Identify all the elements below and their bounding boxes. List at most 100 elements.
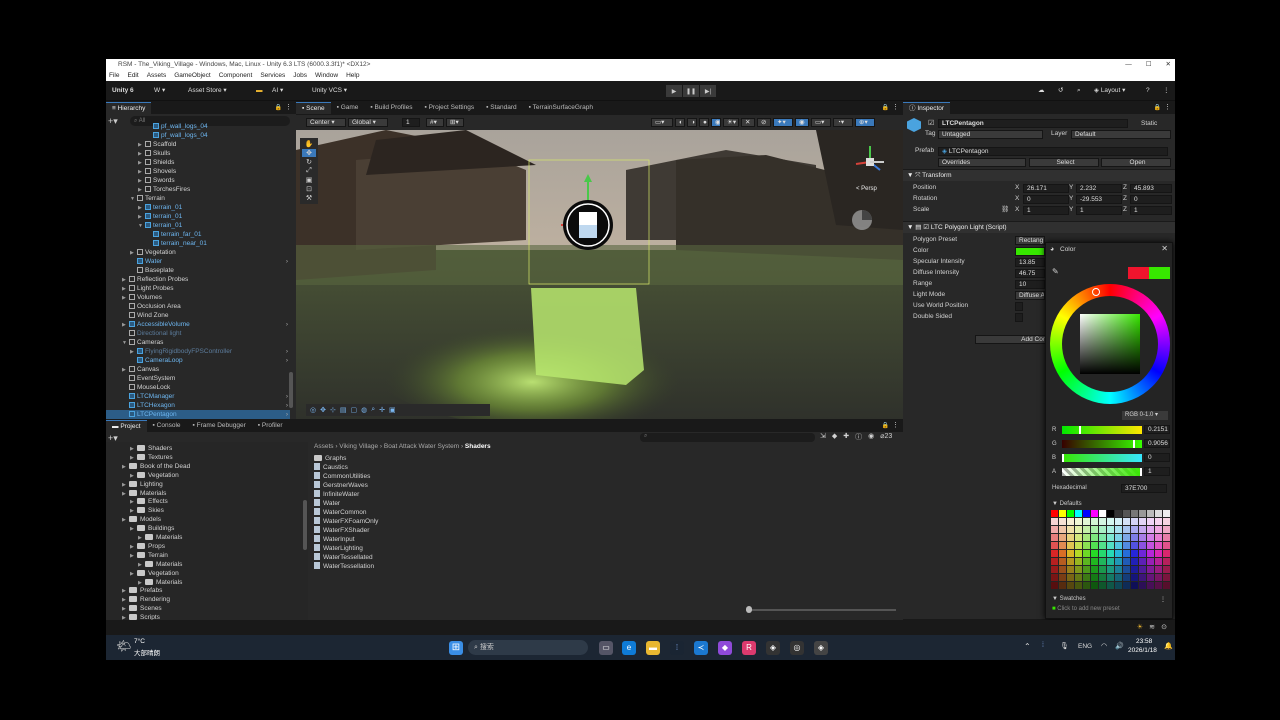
palette-swatch[interactable] [1139,550,1146,557]
menu-icon[interactable]: ⋮ [1164,103,1171,111]
menu-item-gameobject[interactable]: GameObject [174,70,211,81]
ok-status-icon[interactable]: ⊙ [1161,623,1167,631]
hierarchy-item[interactable]: ▼ terrain_01 [106,221,290,230]
palette-swatch[interactable] [1139,518,1146,525]
project-folder[interactable]: ▶ Effects [130,497,168,506]
app-icon[interactable]: ⁞ [670,641,684,655]
hierarchy-item[interactable]: Occlusion Area [106,302,290,311]
project-folder[interactable]: ▶ Vegetation [130,471,179,480]
palette-swatch[interactable] [1163,558,1170,565]
palette-swatch[interactable] [1067,510,1074,517]
palette-swatch[interactable] [1099,550,1106,557]
palette-swatch[interactable] [1067,558,1074,565]
lock-icon[interactable]: 🔒 [275,104,282,111]
zoom-slider[interactable] [746,606,896,613]
palette-swatch[interactable] [1083,574,1090,581]
palette-swatch[interactable] [1123,574,1130,581]
obs-icon[interactable]: ◎ [790,641,804,655]
green-slider-handle[interactable] [1132,440,1135,448]
property-field[interactable]: 13.85 [1015,258,1045,267]
palette-swatch[interactable] [1051,550,1058,557]
project-folder[interactable]: ▶ Materials [138,533,182,542]
position-y-field[interactable]: 2.232 [1076,184,1122,193]
palette-swatch[interactable] [1147,574,1154,581]
transform-tool-icon[interactable]: ⊡ [306,185,312,193]
foldout-arrow-icon[interactable]: ▶ [130,552,137,561]
hierarchy-item[interactable]: ▶ Shovels [106,167,290,176]
zoom-slider-handle[interactable] [746,606,752,613]
palette-swatch[interactable] [1123,566,1130,573]
palette-swatch[interactable] [1051,510,1058,517]
palette-swatch[interactable] [1139,566,1146,573]
rect-tool-icon[interactable]: ▣ [306,176,313,184]
project-folder[interactable]: ▶ Textures [130,453,173,462]
palette-swatch[interactable] [1075,526,1082,533]
unity-hub-icon[interactable]: ◈ [766,641,780,655]
swatches-menu-icon[interactable]: ⋮ [1160,596,1166,603]
weather-icon[interactable]: 🌤 [116,639,131,653]
project-folder[interactable]: ▶ Book of the Dead [122,462,190,471]
palette-swatch[interactable] [1083,526,1090,533]
foldout-arrow-icon[interactable]: ▶ [122,463,129,472]
property-field[interactable]: 46.75 [1015,269,1045,278]
color-field[interactable] [1015,247,1045,256]
grid-icon[interactable]: ▤ [340,406,347,414]
palette-swatch[interactable] [1067,550,1074,557]
menu-icon[interactable]: ⋮ [892,421,899,429]
previous-color-swatch[interactable] [1128,267,1149,279]
lighting-icon[interactable]: ☀ [1137,623,1143,631]
hierarchy-item[interactable]: terrain_near_01 [106,239,290,248]
type-filter-icon[interactable]: ◆ [832,432,837,442]
alpha-slider-handle[interactable] [1140,468,1142,476]
foldout-arrow-icon[interactable]: ▶ [122,516,129,525]
draw-mode-icon[interactable]: ▭▾ [651,118,673,127]
project-folder[interactable]: ▶ Terrain [130,551,168,560]
property-checkbox[interactable] [1015,302,1023,311]
project-asset[interactable]: WaterLighting [314,544,363,553]
palette-swatch[interactable] [1075,582,1082,589]
project-folder[interactable]: ▶ Shaders [130,444,172,453]
palette-swatch[interactable] [1139,526,1146,533]
palette-swatch[interactable] [1083,542,1090,549]
scale-x-field[interactable]: 1 [1023,206,1069,215]
palette-swatch[interactable] [1107,526,1114,533]
palette-swatch[interactable] [1123,582,1130,589]
project-asset[interactable]: WaterTessellation [314,562,374,571]
hierarchy-item[interactable]: ▶ Skulls [106,149,290,158]
palette-swatch[interactable] [1059,574,1066,581]
palette-swatch[interactable] [1115,574,1122,581]
project-folder[interactable]: ▶ Prefabs [122,586,162,595]
hierarchy-item[interactable]: LTCPentagon › [106,410,290,419]
tab-profiler[interactable]: ▪ Profiler [252,420,289,432]
blue-slider-handle[interactable] [1062,454,1064,462]
palette-swatch[interactable] [1099,574,1106,581]
hierarchy-item[interactable]: ▶ AccessibleVolume › [106,320,290,329]
project-folder[interactable]: ▶ Vegetation [130,569,179,578]
palette-swatch[interactable] [1147,526,1154,533]
hierarchy-item[interactable]: ▼ Terrain [106,194,290,203]
palette-swatch[interactable] [1163,542,1170,549]
tree-scrollbar[interactable] [303,500,307,550]
layer-dropdown[interactable]: Default [1071,130,1171,139]
palette-swatch[interactable] [1155,574,1162,581]
hierarchy-item[interactable]: Baseplate [106,266,290,275]
help-icon[interactable]: ? [1146,85,1150,97]
palette-swatch[interactable] [1083,550,1090,557]
vscode-icon[interactable]: ≺ [694,641,708,655]
palette-swatch[interactable] [1083,566,1090,573]
frame-icon[interactable]: ▣ [389,406,396,414]
close-icon[interactable]: ✕ [1161,244,1168,253]
breadcrumb-item[interactable]: Shaders [465,443,491,450]
palette-swatch[interactable] [1115,550,1122,557]
rotation-x-field[interactable]: 0 [1023,195,1069,204]
hierarchy-item[interactable]: LTCManager › [106,392,290,401]
palette-swatch[interactable] [1131,582,1138,589]
projection-label[interactable]: < Persp [856,186,877,192]
palette-swatch[interactable] [1075,566,1082,573]
hierarchy-item[interactable]: ▶ Reflection Probes [106,275,290,284]
palette-swatch[interactable] [1107,574,1114,581]
palette-swatch[interactable] [1091,526,1098,533]
palette-swatch[interactable] [1107,542,1114,549]
palette-swatch[interactable] [1139,510,1146,517]
palette-swatch[interactable] [1067,574,1074,581]
